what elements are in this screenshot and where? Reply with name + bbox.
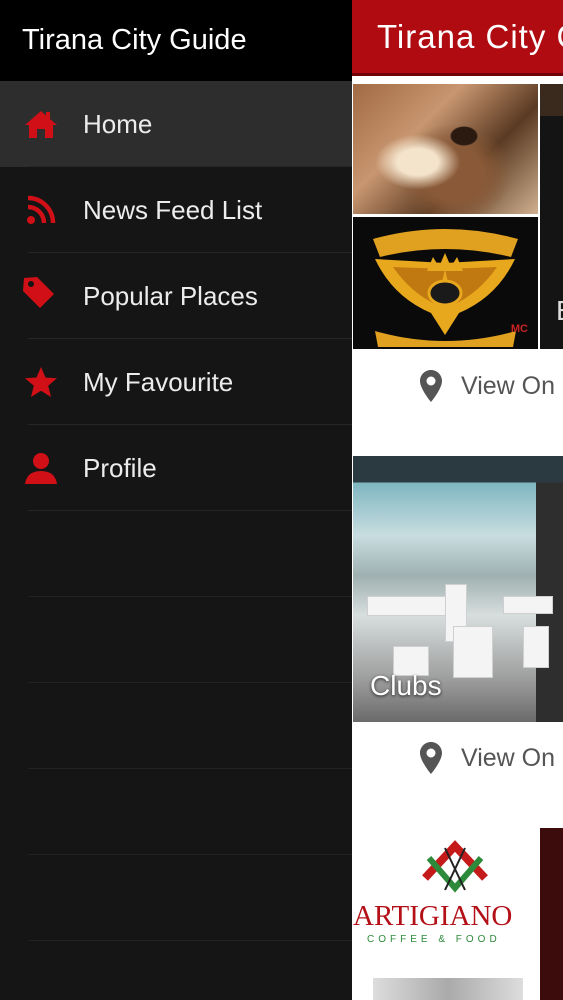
empty-row <box>0 683 352 769</box>
empty-row <box>0 511 352 597</box>
main-content: Tirana City Guide E MC View On Map <box>352 0 563 1000</box>
menu-item-home[interactable]: Home <box>0 81 352 167</box>
menu-item-profile[interactable]: Profile <box>0 425 352 511</box>
menu-label: Home <box>83 108 153 139</box>
club-logo-image[interactable]: MC <box>353 217 538 349</box>
drawer-title: Tirana City Guide <box>22 24 247 56</box>
app-bar-title: Tirana City Guide <box>377 17 563 55</box>
place-label: E <box>556 295 563 327</box>
painting-image[interactable] <box>353 84 538 214</box>
empty-row <box>0 597 352 683</box>
chair-shape <box>523 626 549 668</box>
map-pin-icon <box>420 742 442 774</box>
menu-item-popular-places[interactable]: Popular Places <box>0 253 352 339</box>
view-on-map-button[interactable]: View On Map <box>420 370 563 402</box>
table-shape <box>503 596 553 614</box>
tag-icon <box>22 277 60 315</box>
artigiano-logo-icon <box>422 840 488 893</box>
star-icon <box>22 363 60 401</box>
map-pin-icon <box>420 370 442 402</box>
brand-subtitle: COFFEE & FOOD <box>367 934 501 945</box>
chair-shape <box>453 626 493 678</box>
menu-item-my-favourite[interactable]: My Favourite <box>0 339 352 425</box>
menu-label: My Favourite <box>83 366 234 397</box>
view-on-map-label: View On Map <box>461 371 563 400</box>
home-icon <box>22 105 60 143</box>
empty-row <box>0 769 352 855</box>
empty-row <box>0 855 352 941</box>
view-on-map-label: View On Map <box>461 743 563 772</box>
menu-item-news-feed[interactable]: News Feed List <box>0 167 352 253</box>
view-on-map-button[interactable]: View On Map <box>420 742 563 774</box>
menu-label: Profile <box>83 452 157 483</box>
category-label: Clubs <box>370 670 442 701</box>
rss-icon <box>22 191 60 229</box>
user-icon <box>22 449 60 487</box>
table-shape <box>367 596 447 616</box>
navigation-drawer: Tirana City Guide Home News Feed List Po… <box>0 0 352 1000</box>
clubs-image[interactable]: Clubs <box>353 456 563 722</box>
building-image <box>373 978 523 1000</box>
menu-label: News Feed List <box>83 194 263 225</box>
brand-name: ARTIGIANO <box>353 900 513 932</box>
empty-row <box>0 941 352 1000</box>
logo-mc-text: MC <box>510 323 528 335</box>
app-bar: Tirana City Guide <box>352 0 563 76</box>
artigiano-image[interactable]: ARTIGIANO COFFEE & FOOD <box>353 828 538 1000</box>
place-image[interactable] <box>540 828 563 1000</box>
drawer-header: Tirana City Guide <box>0 0 352 81</box>
menu-label: Popular Places <box>83 280 258 311</box>
